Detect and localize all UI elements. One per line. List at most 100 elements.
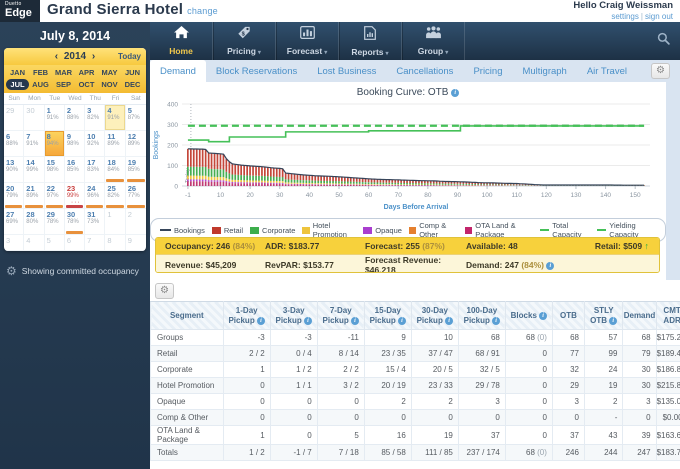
day-occupancy: 85% bbox=[66, 167, 79, 173]
calendar-day-15[interactable]: 15 98% bbox=[44, 157, 65, 183]
info-icon[interactable]: i bbox=[492, 316, 501, 325]
calendar-day-14[interactable]: 14 99% bbox=[24, 157, 45, 183]
calendar-day-6[interactable]: 6 88% bbox=[4, 131, 25, 157]
calendar-day-27[interactable]: 27 69% bbox=[4, 209, 25, 235]
next-year-button[interactable]: › bbox=[89, 51, 98, 62]
calendar-day-11[interactable]: 11 89% bbox=[105, 131, 126, 157]
tab-block-reservations[interactable]: Block Reservations bbox=[206, 60, 307, 82]
table-settings-button[interactable]: ⚙ bbox=[155, 283, 174, 299]
calendar-day-7[interactable]: 7 91% bbox=[24, 131, 45, 157]
calendar-day-5[interactable]: 5 bbox=[44, 235, 65, 251]
info-icon[interactable]: i bbox=[303, 316, 312, 325]
calendar-day-28[interactable]: 28 80% bbox=[24, 209, 45, 235]
calendar-day-8[interactable]: 8 94% bbox=[44, 131, 65, 157]
info-icon[interactable]: i bbox=[539, 311, 548, 320]
tab-pricing[interactable]: Pricing bbox=[463, 60, 512, 82]
change-hotel-link[interactable]: change bbox=[187, 6, 218, 16]
month-aug[interactable]: AUG bbox=[29, 79, 52, 90]
nav-item-reports[interactable]: Reports ▾ bbox=[339, 22, 402, 60]
calendar-day-30[interactable]: 30 bbox=[24, 105, 45, 131]
tab-demand[interactable]: Demand bbox=[150, 60, 206, 82]
calendar-day-6[interactable]: 6 bbox=[64, 235, 86, 251]
legend-item-retail[interactable]: Retail bbox=[211, 226, 243, 235]
calendar-day-9[interactable]: 9 98% bbox=[64, 131, 86, 157]
calendar-day-13[interactable]: 13 90% bbox=[4, 157, 25, 183]
info-icon[interactable]: i bbox=[398, 316, 407, 325]
legend-item-opaque[interactable]: Opaque bbox=[363, 226, 402, 235]
month-feb[interactable]: FEB bbox=[29, 67, 52, 78]
legend-item-bookings[interactable]: Bookings bbox=[160, 226, 205, 235]
calendar-day-3[interactable]: 3 82% bbox=[85, 105, 106, 131]
nav-item-group[interactable]: Group ▾ bbox=[402, 22, 465, 60]
calendar-day-1[interactable]: 1 bbox=[105, 209, 126, 235]
calendar-day-4[interactable]: 4 bbox=[24, 235, 45, 251]
info-icon[interactable]: i bbox=[350, 316, 359, 325]
calendar-day-22[interactable]: 22 97% bbox=[44, 183, 65, 209]
calendar-day-3[interactable]: 3 bbox=[4, 235, 25, 251]
calendar-day-30[interactable]: 30 78% bbox=[64, 209, 86, 235]
nav-item-pricing[interactable]: $ Pricing ▾ bbox=[213, 22, 276, 60]
duetto-edge-logo[interactable]: Duetto Edge bbox=[0, 0, 40, 22]
calendar-day-7[interactable]: 7 bbox=[85, 235, 106, 251]
chart-settings-button[interactable]: ⚙ bbox=[651, 63, 670, 79]
calendar-day-4[interactable]: 4 91% bbox=[105, 105, 126, 131]
calendar-day-29[interactable]: 29 78% bbox=[44, 209, 65, 235]
calendar-day-2[interactable]: 2 88% bbox=[64, 105, 86, 131]
settings-link[interactable]: settings bbox=[611, 12, 639, 21]
calendar-day-21[interactable]: 21 89% bbox=[24, 183, 45, 209]
search-icon[interactable] bbox=[647, 32, 680, 50]
month-nov[interactable]: NOV bbox=[98, 79, 121, 90]
month-jun[interactable]: JUN bbox=[121, 67, 144, 78]
calendar-day-5[interactable]: 5 87% bbox=[125, 105, 146, 131]
nav-item-home[interactable]: Home bbox=[150, 22, 213, 60]
sign-out-link[interactable]: sign out bbox=[645, 12, 673, 21]
month-may[interactable]: MAY bbox=[98, 67, 121, 78]
month-jul[interactable]: JUL bbox=[6, 79, 29, 90]
cell: 43 bbox=[583, 425, 624, 445]
calendar-settings-gear-icon[interactable]: ⚙ bbox=[6, 264, 17, 278]
calendar-day-16[interactable]: 16 85% bbox=[64, 157, 86, 183]
chart-info-icon[interactable]: i bbox=[451, 89, 460, 97]
calendar-day-2[interactable]: 2 bbox=[125, 209, 146, 235]
calendar-day-24[interactable]: 24 96% bbox=[85, 183, 106, 209]
tab-lost-business[interactable]: Lost Business bbox=[307, 60, 386, 82]
calendar-day-12[interactable]: 12 89% bbox=[125, 131, 146, 157]
top-bar: Duetto Edge Grand Sierra Hotel change Hel… bbox=[0, 0, 680, 22]
info-icon[interactable]: i bbox=[445, 316, 454, 325]
calendar-day-19[interactable]: 19 85% bbox=[125, 157, 146, 183]
calendar-day-8[interactable]: 8 bbox=[105, 235, 126, 251]
month-oct[interactable]: OCT bbox=[75, 79, 98, 90]
tab-multigraph[interactable]: Multigraph bbox=[512, 60, 576, 82]
calendar-day-17[interactable]: 17 83% bbox=[85, 157, 106, 183]
month-apr[interactable]: APR bbox=[75, 67, 98, 78]
prev-year-button[interactable]: ‹ bbox=[52, 51, 61, 62]
legend-item-corporate[interactable]: Corporate bbox=[250, 226, 295, 235]
kpi-label: Occupancy: bbox=[165, 241, 214, 251]
tab-cancellations[interactable]: Cancellations bbox=[386, 60, 463, 82]
day-occupancy: 79% bbox=[6, 193, 19, 199]
calendar-day-26[interactable]: 26 77% bbox=[125, 183, 146, 209]
cell: -1 / 7 bbox=[269, 444, 318, 461]
day-number: 26 bbox=[127, 184, 137, 193]
month-jan[interactable]: JAN bbox=[6, 67, 29, 78]
month-dec[interactable]: DEC bbox=[121, 79, 144, 90]
calendar-day-10[interactable]: 10 92% bbox=[85, 131, 106, 157]
nav-item-forecast[interactable]: Forecast ▾ bbox=[276, 22, 339, 60]
calendar-day-23[interactable]: 23 99% ··· bbox=[64, 183, 86, 209]
calendar-day-31[interactable]: 31 73% bbox=[85, 209, 106, 235]
tab-air-travel[interactable]: Air Travel bbox=[577, 60, 637, 82]
calendar-day-1[interactable]: 1 91% bbox=[44, 105, 65, 131]
month-mar[interactable]: MAR bbox=[52, 67, 75, 78]
month-sep[interactable]: SEP bbox=[52, 79, 75, 90]
today-button[interactable]: Today bbox=[118, 52, 141, 61]
column-header: STLY OTB i bbox=[583, 301, 624, 330]
info-icon[interactable]: i bbox=[546, 262, 555, 270]
info-icon[interactable]: i bbox=[609, 316, 618, 325]
calendar-day-20[interactable]: 20 79% bbox=[4, 183, 25, 209]
calendar-day-9[interactable]: 9 bbox=[125, 235, 146, 251]
calendar-day-29[interactable]: 29 bbox=[4, 105, 25, 131]
kpi-occupancy-: Occupancy: 246 (84%) bbox=[165, 241, 265, 251]
info-icon[interactable]: i bbox=[256, 316, 265, 325]
calendar-day-18[interactable]: 18 84% bbox=[105, 157, 126, 183]
calendar-day-25[interactable]: 25 82% bbox=[105, 183, 126, 209]
